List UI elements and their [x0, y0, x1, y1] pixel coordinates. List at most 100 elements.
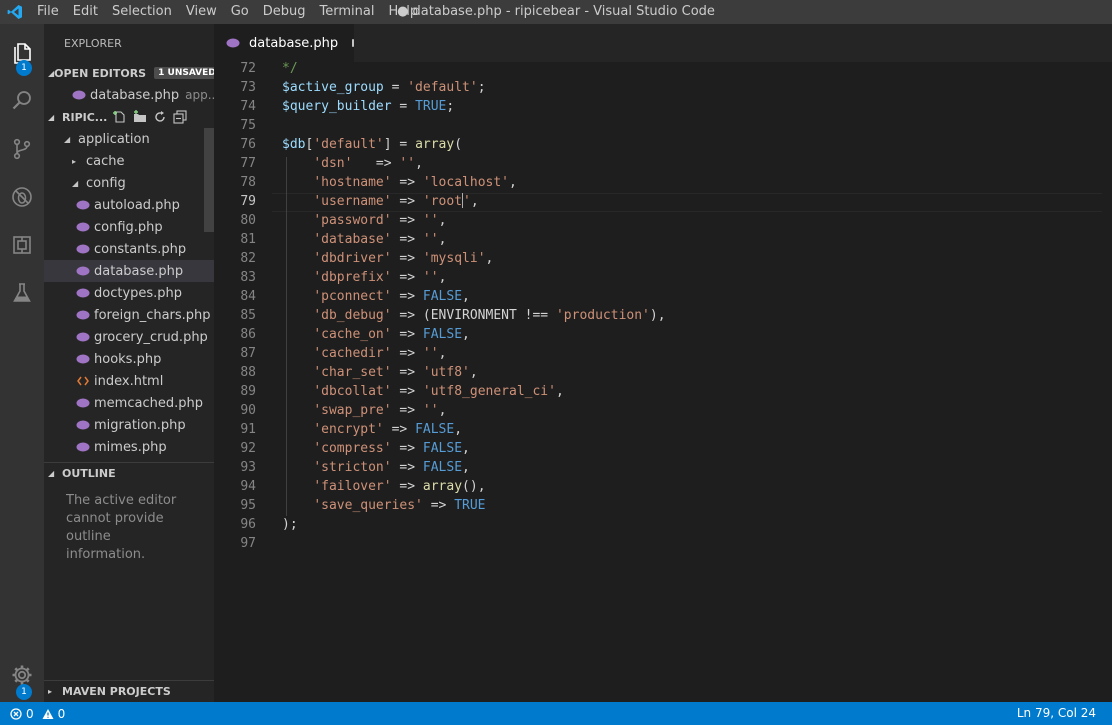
tree-item[interactable]: ◢ application: [44, 128, 214, 150]
tab-database-php[interactable]: database.php: [214, 24, 354, 62]
code-line[interactable]: 90 'swap_pre' => '',: [214, 401, 1094, 420]
editor-scrollbar[interactable]: [1101, 62, 1112, 702]
code-line[interactable]: 89 'dbcollat' => 'utf8_general_ci',: [214, 382, 1094, 401]
code-line[interactable]: 77 'dsn' => '',: [214, 154, 1094, 173]
line-number: 82: [240, 251, 256, 266]
code-text: 'password' => '',: [282, 211, 446, 230]
code-line[interactable]: 78 'hostname' => 'localhost',: [214, 173, 1094, 192]
code-line[interactable]: 76 $db['default'] = array(: [214, 135, 1094, 154]
code-line[interactable]: 79 'username' => 'root',: [214, 192, 1094, 211]
manage-activity-button[interactable]: 1: [0, 654, 44, 700]
line-number: 90: [240, 403, 256, 418]
code-line[interactable]: 72 */: [214, 62, 1094, 78]
code-line[interactable]: 83 'dbprefix' => '',: [214, 268, 1094, 287]
source-control-activity-button[interactable]: [0, 128, 44, 170]
code-text: 'failover' => array(),: [282, 477, 486, 496]
outline-message: The active editor cannot provide outline…: [66, 493, 177, 562]
tree-item[interactable]: doctypes.php: [44, 282, 214, 304]
refresh-icon[interactable]: [153, 110, 167, 124]
menu-debug[interactable]: Debug: [256, 0, 313, 24]
tree-item[interactable]: index.html: [44, 370, 214, 392]
code-line[interactable]: 80 'password' => '',: [214, 211, 1094, 230]
chevron-right-icon: ▸: [48, 687, 53, 696]
tree-item[interactable]: database.php: [44, 260, 214, 282]
code-line[interactable]: 97: [214, 534, 1094, 553]
code-text: 'cachedir' => '',: [282, 344, 446, 363]
code-line[interactable]: 81 'database' => '',: [214, 230, 1094, 249]
code-line[interactable]: 82 'dbdriver' => 'mysqli',: [214, 249, 1094, 268]
tree-item[interactable]: migration.php: [44, 414, 214, 436]
code-line[interactable]: 88 'char_set' => 'utf8',: [214, 363, 1094, 382]
tree-item[interactable]: autoload.php: [44, 194, 214, 216]
explorer-activity-button[interactable]: 1: [0, 32, 44, 76]
collapse-all-icon[interactable]: [173, 110, 187, 124]
code-token: ,: [438, 403, 447, 418]
php-file-icon: [76, 309, 90, 321]
code-token: ,: [462, 327, 470, 342]
code-line[interactable]: 92 'compress' => FALSE,: [214, 439, 1094, 458]
error-count: 0: [26, 706, 34, 721]
tree-item[interactable]: ▸ cache: [44, 150, 214, 172]
code-line[interactable]: 86 'cache_on' => FALSE,: [214, 325, 1094, 344]
code-line[interactable]: 84 'pconnect' => FALSE,: [214, 287, 1094, 306]
code-line[interactable]: 96);: [214, 515, 1094, 534]
code-token: 'compress': [313, 441, 392, 456]
code-line[interactable]: 95 'save_queries' => TRUE: [214, 496, 1094, 515]
test-activity-button[interactable]: [0, 272, 44, 314]
menu-go[interactable]: Go: [224, 0, 256, 24]
menu-view[interactable]: View: [179, 0, 224, 24]
code-line[interactable]: 74 $query_builder = TRUE;: [214, 97, 1094, 116]
tree-item[interactable]: ◢ config: [44, 172, 214, 194]
tree-item[interactable]: hooks.php: [44, 348, 214, 370]
code-editor[interactable]: 72 */ 73 $active_group = 'default'; 74 $query…: [214, 62, 1112, 702]
code-token: 'default': [313, 137, 384, 152]
chevron-down-icon: ◢: [48, 469, 55, 478]
new-folder-icon[interactable]: [133, 110, 147, 124]
code-text: 'encrypt' => FALSE,: [282, 420, 462, 439]
tree-item[interactable]: memcached.php: [44, 392, 214, 414]
code-line[interactable]: 91 'encrypt' => FALSE,: [214, 420, 1094, 439]
outline-header[interactable]: ◢ OUTLINE: [44, 462, 214, 484]
php-file-icon: [76, 221, 90, 233]
code-line[interactable]: 87 'cachedir' => '',: [214, 344, 1094, 363]
tree-item-label: cache: [86, 153, 125, 169]
code-line[interactable]: 73 $active_group = 'default';: [214, 78, 1094, 97]
new-file-icon[interactable]: [113, 110, 127, 124]
code-line[interactable]: 93 'stricton' => FALSE,: [214, 458, 1094, 477]
menu-file[interactable]: File: [30, 0, 66, 24]
code-token: 'swap_pre': [313, 403, 392, 418]
code-token: (),: [462, 479, 486, 494]
unsaved-dot-icon[interactable]: [352, 39, 354, 47]
menu-terminal[interactable]: Terminal: [313, 0, 382, 24]
code-text: 'dbprefix' => '',: [282, 268, 446, 287]
search-activity-button[interactable]: [0, 80, 44, 122]
problems-status[interactable]: 0 0: [0, 707, 65, 721]
sidebar-scrollbar[interactable]: [204, 128, 214, 232]
tree-item[interactable]: grocery_crud.php: [44, 326, 214, 348]
tree-item[interactable]: config.php: [44, 216, 214, 238]
tree-item[interactable]: mimes.php: [44, 436, 214, 458]
cursor-position[interactable]: Ln 79, Col 24: [1017, 702, 1096, 725]
debug-activity-button[interactable]: [0, 176, 44, 218]
code-text: 'dbdriver' => 'mysqli',: [282, 249, 493, 268]
code-line[interactable]: 85 'db_debug' => (ENVIRONMENT !== 'produ…: [214, 306, 1094, 325]
code-line[interactable]: 94 'failover' => array(),: [214, 477, 1094, 496]
no-bug-icon: [12, 187, 32, 207]
menu-selection[interactable]: Selection: [105, 0, 179, 24]
tree-item[interactable]: foreign_chars.php: [44, 304, 214, 326]
code-token: FALSE: [415, 422, 455, 437]
menu-edit[interactable]: Edit: [66, 0, 105, 24]
code-token: ,: [415, 156, 423, 171]
extensions-activity-button[interactable]: [0, 224, 44, 266]
project-header[interactable]: ◢ RIPIC...: [44, 106, 214, 128]
code-line[interactable]: 75: [214, 116, 1094, 135]
chevron-down-icon: ◢: [48, 112, 55, 122]
maven-projects-header[interactable]: ▸ MAVEN PROJECTS: [44, 680, 214, 702]
open-editor-item[interactable]: database.php app...: [44, 84, 214, 106]
tree-item[interactable]: constants.php: [44, 238, 214, 260]
open-editors-header[interactable]: ◢ OPEN EDITORS 1 UNSAVED: [44, 62, 214, 84]
